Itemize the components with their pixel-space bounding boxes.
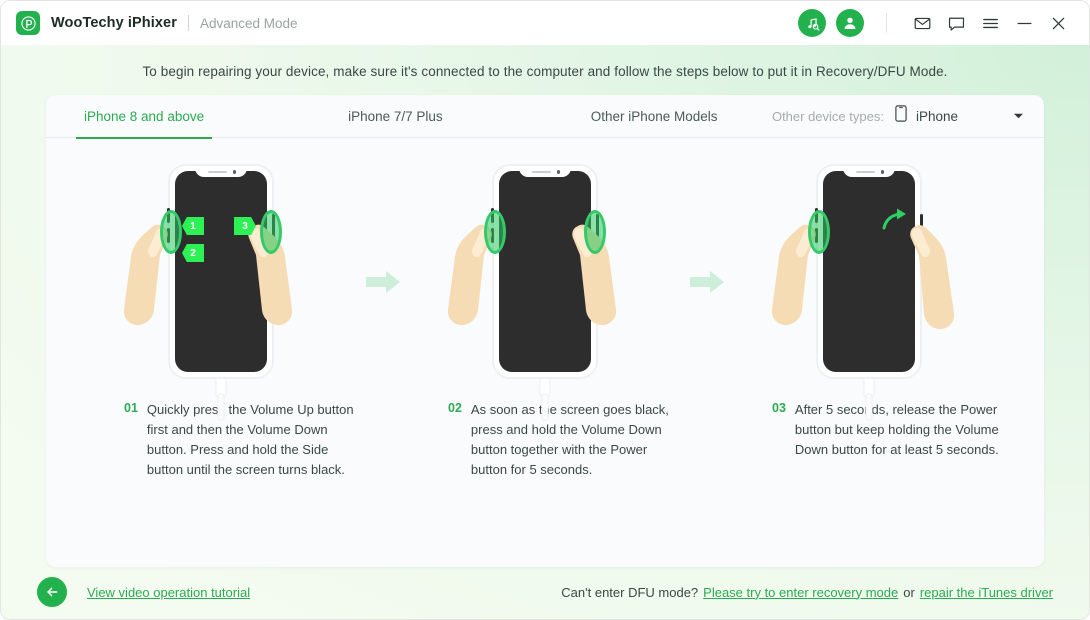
app-title: WooTechy iPhixer bbox=[51, 15, 177, 31]
step-number: 03 bbox=[772, 401, 786, 415]
caption-gap bbox=[366, 400, 400, 480]
flow-arrow-1 bbox=[366, 156, 400, 293]
mode-label: Advanced Mode bbox=[199, 15, 298, 31]
speaker-bar bbox=[208, 171, 227, 173]
title-bar: WooTechy iPhixer Advanced Mode bbox=[1, 1, 1089, 45]
lightning-cable-icon bbox=[539, 374, 551, 421]
phone-notch bbox=[519, 166, 571, 177]
instruction-notice: To begin repairing your device, make sur… bbox=[142, 64, 948, 79]
press-ring-right bbox=[260, 210, 282, 254]
tab-label: Other iPhone Models bbox=[590, 108, 718, 124]
phone-notch bbox=[843, 166, 895, 177]
speaker-bar bbox=[532, 171, 551, 173]
other-device-types-label: Other device types: bbox=[771, 108, 884, 124]
step-number: 01 bbox=[124, 401, 138, 415]
step-text: After 5 seconds, release the Power butto… bbox=[794, 402, 999, 457]
titlebar-separator bbox=[886, 13, 887, 33]
mail-icon[interactable] bbox=[907, 8, 937, 38]
camera-dot bbox=[880, 170, 884, 174]
close-icon[interactable] bbox=[1043, 8, 1073, 38]
tab-iphone-8-and-above[interactable]: iPhone 8 and above bbox=[75, 95, 213, 139]
step-text: Quickly press the Volume Up button first… bbox=[146, 402, 354, 477]
account-avatar-icon[interactable] bbox=[836, 9, 864, 37]
camera-dot bbox=[556, 170, 560, 174]
release-arrow-icon bbox=[882, 208, 906, 230]
flow-arrow-2 bbox=[690, 156, 724, 293]
titlebar-actions bbox=[788, 8, 1073, 38]
wootechy-p-logo-icon bbox=[16, 11, 40, 35]
steps-card: iPhone 8 and above iPhone 7/7 Plus Other… bbox=[46, 95, 1044, 567]
chevron-down-icon[interactable] bbox=[1013, 112, 1024, 120]
title-divider bbox=[187, 15, 189, 31]
press-ring-left bbox=[808, 210, 830, 254]
other-device-types-selector[interactable]: Other device types: iPhone bbox=[772, 105, 1044, 127]
tab-label: iPhone 7/7 Plus bbox=[348, 108, 443, 124]
or-conjunction: or bbox=[903, 584, 915, 600]
step-illustration-1: 1 2 3 bbox=[76, 156, 366, 421]
tab-iphone-7-7-plus[interactable]: iPhone 7/7 Plus bbox=[348, 95, 443, 138]
hamburger-menu-icon[interactable] bbox=[975, 8, 1005, 38]
step-text: As soon as the screen goes black, press … bbox=[470, 402, 669, 477]
minimize-icon[interactable] bbox=[1009, 8, 1039, 38]
camera-dot bbox=[232, 170, 236, 174]
tab-label: iPhone 8 and above bbox=[84, 108, 205, 124]
tab-other-iphone-models[interactable]: Other iPhone Models bbox=[591, 95, 718, 138]
lightning-cable-icon bbox=[215, 374, 227, 421]
step-illustration-3 bbox=[724, 156, 1014, 421]
dfu-question: Can't enter DFU mode? bbox=[561, 584, 699, 600]
music-search-icon[interactable] bbox=[798, 9, 826, 37]
step-number: 02 bbox=[448, 401, 462, 415]
press-ring-left bbox=[484, 210, 506, 254]
chat-bubble-icon[interactable] bbox=[941, 8, 971, 38]
dfu-help-text: Can't enter DFU mode? Please try to ente… bbox=[561, 585, 1053, 600]
phone-notch bbox=[195, 166, 247, 177]
view-video-tutorial-link[interactable]: View video operation tutorial bbox=[87, 585, 250, 600]
press-ring-left bbox=[160, 210, 182, 254]
step-illustration-2 bbox=[400, 156, 690, 421]
recovery-mode-link[interactable]: Please try to enter recovery mode bbox=[703, 585, 898, 600]
speaker-bar bbox=[856, 171, 875, 173]
lightning-cable-icon bbox=[863, 374, 875, 421]
selected-device-type: iPhone bbox=[915, 108, 958, 124]
phone-icon bbox=[895, 105, 907, 127]
press-ring-right bbox=[584, 210, 606, 254]
caption-gap bbox=[690, 400, 724, 480]
back-arrow-icon[interactable] bbox=[37, 577, 67, 607]
page-body: To begin repairing your device, make sur… bbox=[1, 45, 1089, 619]
itunes-driver-link[interactable]: repair the iTunes driver bbox=[920, 585, 1053, 600]
footer-bar: View video operation tutorial Can't ente… bbox=[1, 565, 1089, 619]
application-window: WooTechy iPhixer Advanced Mode To begin … bbox=[0, 0, 1090, 620]
device-tabs: iPhone 8 and above iPhone 7/7 Plus Other… bbox=[46, 95, 1044, 139]
step-illustrations: 1 2 3 bbox=[46, 138, 1044, 421]
